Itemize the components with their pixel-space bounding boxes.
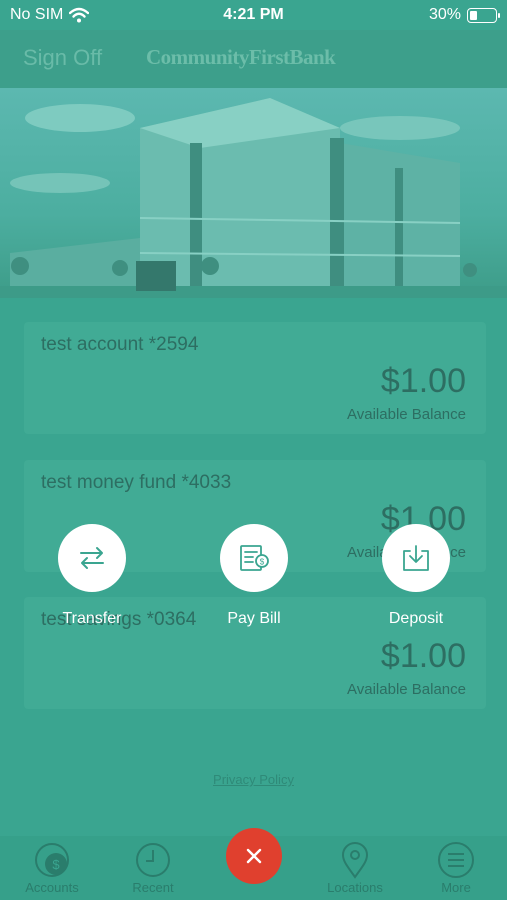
transfer-label: Transfer <box>62 610 122 627</box>
account-card[interactable]: test account *2594 $1.00 Available Balan… <box>24 322 486 434</box>
tab-label: More <box>441 880 471 895</box>
top-bar: Sign Off CommunityFirstBank <box>0 30 507 88</box>
bank-building-image <box>0 88 507 298</box>
tab-recent[interactable]: Recent <box>108 840 198 895</box>
status-bar: No SIM 4:21 PM 30% <box>0 0 507 30</box>
tab-accounts[interactable]: $ Accounts <box>7 840 97 895</box>
account-name: test account *2594 <box>41 334 199 355</box>
svg-text:$: $ <box>52 857 60 872</box>
battery-icon <box>467 7 500 23</box>
transfer-arrows-icon[interactable] <box>58 524 126 592</box>
tab-locations[interactable]: Locations <box>310 840 400 895</box>
balance-label: Available Balance <box>347 406 466 423</box>
account-balance: $1.00 <box>380 362 466 400</box>
bank-logo: CommunityFirstBank <box>146 45 336 69</box>
menu-icon <box>438 842 474 878</box>
pay-bill-action[interactable]: $ Pay Bill <box>194 524 314 628</box>
pay-bill-label: Pay Bill <box>227 610 281 627</box>
privacy-policy-link[interactable]: Privacy Policy <box>0 772 507 787</box>
close-icon <box>246 848 262 864</box>
tab-label: Accounts <box>25 880 79 895</box>
deposit-label: Deposit <box>388 610 444 627</box>
tab-label: Recent <box>132 880 174 895</box>
balance-label: Available Balance <box>347 681 466 698</box>
account-balance: $1.00 <box>380 637 466 675</box>
pin-icon <box>341 842 369 879</box>
tab-label: Locations <box>327 880 383 895</box>
dollar-icon: $ <box>35 843 69 877</box>
close-button[interactable] <box>226 828 282 884</box>
svg-text:$: $ <box>260 558 265 567</box>
deposit-action[interactable]: Deposit <box>356 524 476 628</box>
account-name: test money fund *4033 <box>41 472 232 493</box>
transfer-action[interactable]: Transfer <box>32 524 152 628</box>
download-tray-icon[interactable] <box>382 524 450 592</box>
battery-percent: 30% <box>428 6 461 23</box>
tab-more[interactable]: More <box>411 840 501 895</box>
sign-off-button[interactable]: Sign Off <box>23 45 102 71</box>
bill-icon[interactable]: $ <box>220 524 288 592</box>
clock-icon <box>136 843 170 877</box>
